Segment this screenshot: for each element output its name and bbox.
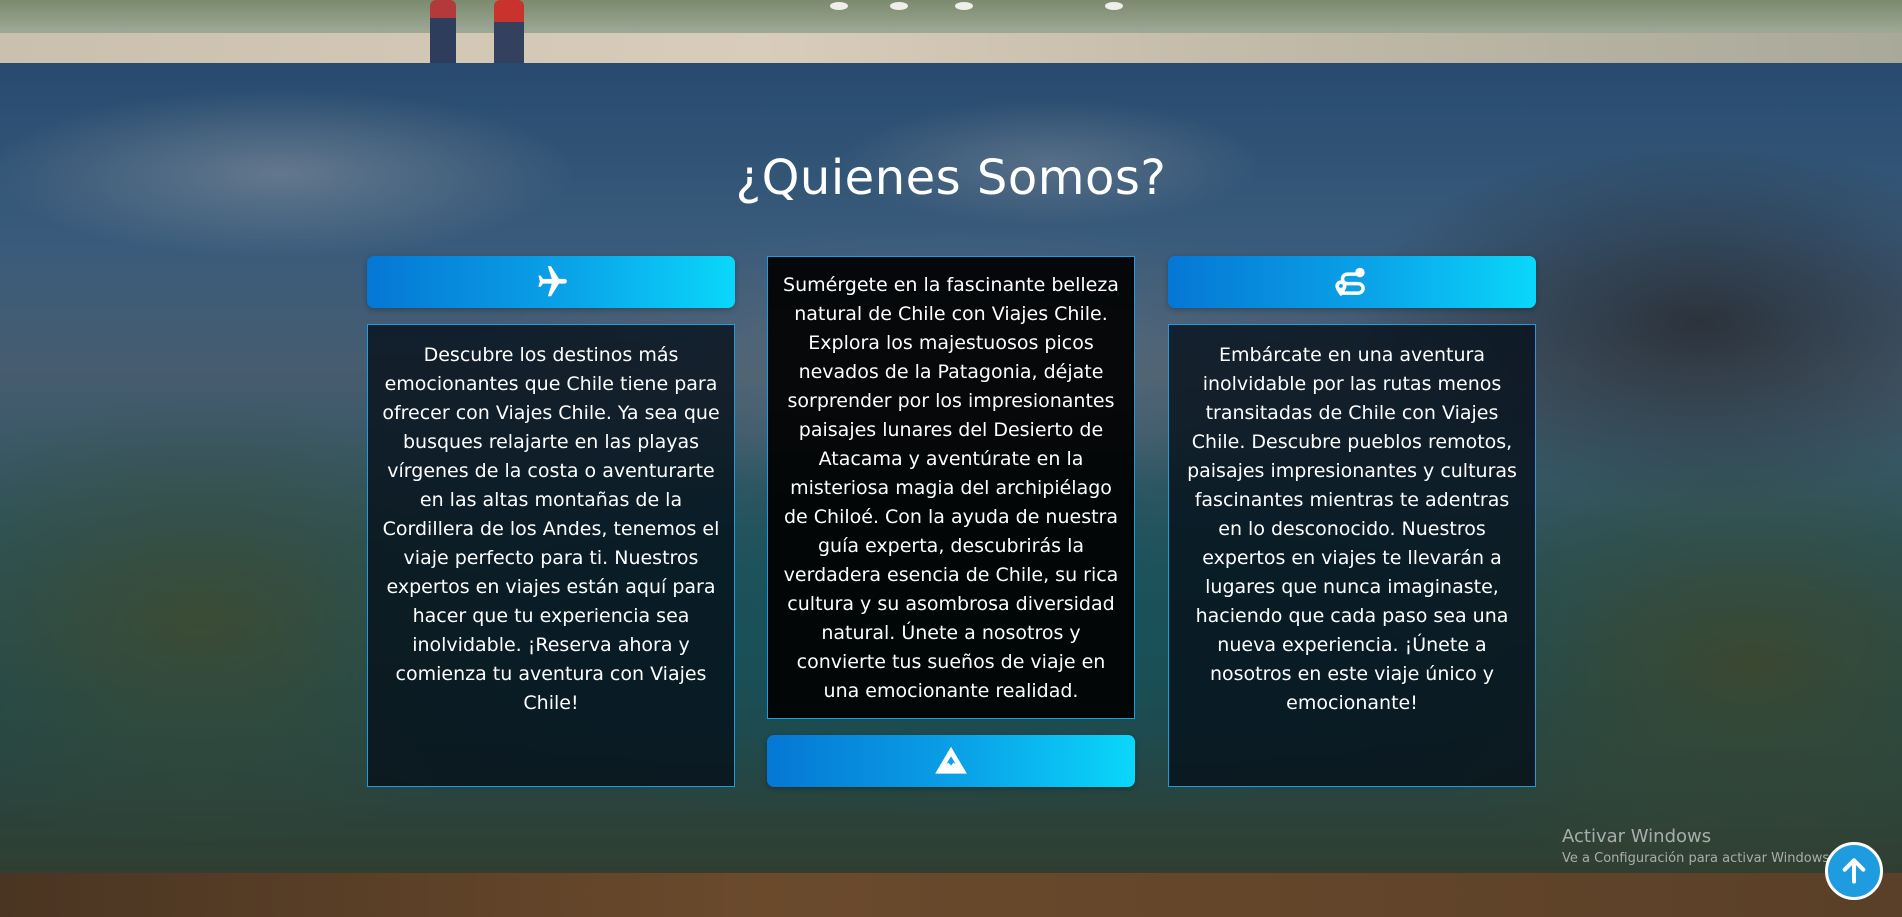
card-2-text: Sumérgete en la fascinante belleza natur… bbox=[767, 256, 1135, 719]
flamingo bbox=[830, 2, 848, 10]
plane-icon bbox=[538, 266, 567, 297]
card-1-text: Descubre los destinos más emocionantes q… bbox=[367, 324, 735, 787]
card-1-icon-bar bbox=[367, 256, 735, 308]
flamingo bbox=[890, 2, 908, 10]
card-2-icon-bar bbox=[767, 735, 1135, 787]
watermark-title: Activar Windows bbox=[1562, 826, 1712, 847]
beach-sand bbox=[0, 33, 1902, 63]
about-section: ¿Quienes Somos? Descubre los destinos má… bbox=[0, 63, 1902, 873]
windows-activation-watermark: Activar Windows Ve a Configuración para … bbox=[1562, 826, 1833, 866]
flamingo bbox=[1105, 2, 1123, 10]
person-figure bbox=[430, 0, 456, 63]
route-icon bbox=[1335, 267, 1365, 297]
arrow-up-icon bbox=[1842, 858, 1866, 884]
hero-image-bottom bbox=[0, 0, 1902, 63]
flamingo bbox=[955, 2, 973, 10]
next-section-top bbox=[0, 873, 1902, 917]
section-title: ¿Quienes Somos? bbox=[735, 150, 1167, 206]
mountain-icon bbox=[935, 746, 967, 774]
card-3-icon-bar bbox=[1168, 256, 1536, 308]
person-figure bbox=[494, 0, 524, 63]
watermark-subtitle: Ve a Configuración para activar Windows. bbox=[1562, 851, 1834, 866]
about-content: ¿Quienes Somos? Descubre los destinos má… bbox=[0, 63, 1902, 873]
scroll-to-top-button[interactable] bbox=[1825, 842, 1883, 900]
card-3-text: Embárcate en una aventura inolvidable po… bbox=[1168, 324, 1536, 787]
